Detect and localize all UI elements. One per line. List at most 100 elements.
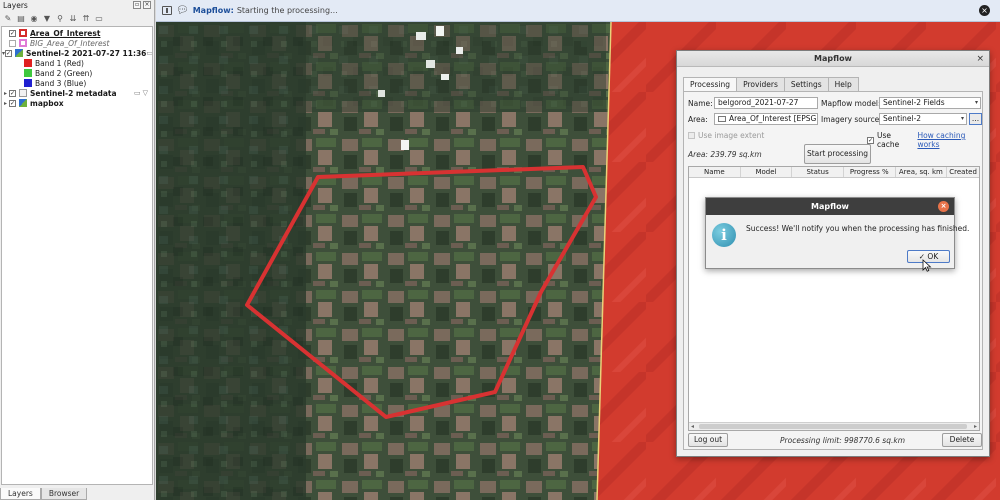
model-label: Mapflow model:	[821, 99, 881, 108]
band-name: Band 1 (Red)	[35, 58, 84, 68]
imagery-forest-north	[306, 22, 606, 112]
remove-layer-icon[interactable]: ▭	[94, 14, 104, 24]
vector-layer-icon	[19, 89, 27, 97]
mapflow-title: Mapflow	[814, 54, 852, 63]
table-header: Name Model Status Progress % Area, sq. k…	[689, 167, 979, 178]
use-image-extent-checkbox[interactable]	[688, 132, 695, 139]
layer-visibility-checkbox[interactable]	[9, 39, 16, 47]
float-panel-button[interactable]: ▫	[133, 1, 141, 9]
col-name[interactable]: Name	[689, 167, 741, 177]
close-message-button[interactable]: ×	[979, 5, 990, 16]
processing-limit-text: Processing limit: 998770.6 sq.km	[780, 436, 906, 445]
layer-visibility-checkbox[interactable]: ✓	[5, 49, 13, 57]
layer-row-area-of-interest[interactable]: ✓ Area_Of_Interest	[2, 28, 152, 38]
col-area[interactable]: Area, sq. km	[896, 167, 948, 177]
band-blue-swatch	[24, 79, 32, 87]
layer-visibility-checkbox[interactable]: ✓	[9, 89, 16, 97]
scroll-right-icon[interactable]: ▸	[974, 423, 977, 430]
layer-row-mapbox[interactable]: ▸ ✓ mapbox	[2, 98, 152, 108]
band-row-green: Band 2 (Green)	[2, 68, 152, 78]
use-image-extent-row: Use image extent	[688, 131, 764, 140]
layers-panel-titlebar: Layers ▫ ×	[0, 0, 154, 12]
name-input[interactable]: belgorod_2021-07-27	[714, 97, 818, 109]
message-bar: 💬︎ Mapflow: Starting the processing... ×	[156, 0, 1000, 22]
layer-row-sentinel-2[interactable]: ▾ ✓ Sentinel-2 2021-07-27 11:36 ▭	[2, 48, 152, 58]
layer-name: Area_Of_Interest	[30, 28, 101, 38]
tab-browser[interactable]: Browser	[40, 488, 88, 500]
area-size-text: Area: 239.79 sq.km	[688, 150, 762, 159]
scrollbar-thumb[interactable]	[699, 424, 967, 429]
panel-toggle-icon[interactable]	[162, 6, 172, 15]
polygon-layer-icon	[718, 116, 726, 122]
layers-panel: Layers ▫ × ✎ ▤ ◉ ▼ ⚲ ⇊ ⇈ ▭ ✓ Area_Of_Int…	[0, 0, 155, 500]
manage-map-themes-icon[interactable]: ◉	[29, 14, 39, 24]
layer-name: Sentinel-2 metadata	[30, 88, 117, 98]
style-manager-icon[interactable]: ✎	[3, 14, 13, 24]
tab-settings[interactable]: Settings	[783, 77, 829, 92]
start-processing-button[interactable]: Start processing	[804, 144, 871, 164]
filter-legend-icon[interactable]: ▼	[42, 14, 52, 24]
chevron-down-icon: ▾	[974, 99, 978, 106]
filter-expression-icon[interactable]: ⚲	[55, 14, 65, 24]
col-created[interactable]: Created	[947, 167, 979, 177]
expand-all-icon[interactable]: ⇊	[68, 14, 78, 24]
success-dialog: Mapflow × i Success! We'll notify you wh…	[705, 197, 969, 269]
message-text: Starting the processing...	[236, 6, 338, 15]
layer-row-sentinel-2-metadata[interactable]: ▸ ✓ Sentinel-2 metadata ▭ ▽	[2, 88, 152, 98]
col-status[interactable]: Status	[792, 167, 844, 177]
area-select-value: Area_Of_Interest [EPSG:	[729, 114, 818, 123]
use-cache-row: ✓ Use cache How caching works	[867, 131, 982, 149]
col-progress[interactable]: Progress %	[844, 167, 896, 177]
tab-layers[interactable]: Layers	[0, 488, 41, 500]
use-image-extent-label: Use image extent	[698, 131, 765, 140]
use-cache-label: Use cache	[877, 131, 900, 149]
how-caching-works-link[interactable]: How caching works	[917, 131, 982, 149]
message-bubble-icon: 💬︎	[176, 5, 189, 16]
use-cache-checkbox[interactable]: ✓	[867, 136, 874, 144]
model-select[interactable]: Sentinel-2 Fields ▾	[879, 97, 981, 109]
layer-row-big-area-of-interest[interactable]: BIG_Area_Of_Interest	[2, 38, 152, 48]
area-label: Area:	[688, 115, 708, 124]
add-group-icon[interactable]: ▤	[16, 14, 26, 24]
name-label: Name:	[688, 99, 713, 108]
mapflow-titlebar[interactable]: Mapflow ×	[677, 51, 989, 67]
close-dialog-button[interactable]: ×	[976, 51, 984, 67]
logout-button[interactable]: Log out	[688, 433, 728, 447]
imagery-source-select[interactable]: Sentinel-2 ▾	[879, 113, 967, 125]
col-model[interactable]: Model	[741, 167, 793, 177]
area-select[interactable]: Area_Of_Interest [EPSG:	[714, 113, 818, 125]
layer-notes-icon[interactable]: ▭	[134, 89, 141, 97]
tab-help[interactable]: Help	[827, 77, 859, 92]
filter-icon[interactable]: ▽	[143, 89, 148, 97]
band-row-blue: Band 3 (Blue)	[2, 78, 152, 88]
band-row-red: Band 1 (Red)	[2, 58, 152, 68]
layer-visibility-checkbox[interactable]: ✓	[9, 99, 16, 107]
close-popup-button[interactable]: ×	[938, 201, 949, 212]
processing-tab-body: Name: belgorod_2021-07-27 Mapflow model:…	[683, 91, 983, 450]
success-titlebar[interactable]: Mapflow ×	[706, 198, 954, 215]
layer-name: mapbox	[30, 98, 64, 108]
raster-layer-icon	[15, 49, 24, 57]
layer-visibility-checkbox[interactable]: ✓	[9, 29, 16, 37]
horizontal-scrollbar[interactable]: ◂ ▸	[689, 422, 979, 430]
delete-button[interactable]: Delete	[942, 433, 982, 447]
expand-arrow-icon[interactable]: ▸	[2, 100, 9, 107]
layer-notes-icon[interactable]: ▭	[146, 49, 152, 57]
tab-processing[interactable]: Processing	[683, 77, 738, 92]
success-title: Mapflow	[811, 202, 849, 211]
collapse-all-icon[interactable]: ⇈	[81, 14, 91, 24]
imagery-source-label: Imagery source:	[821, 115, 882, 124]
close-panel-button[interactable]: ×	[143, 1, 151, 9]
expand-arrow-icon[interactable]: ▸	[2, 90, 9, 97]
layers-panel-title: Layers	[3, 1, 28, 10]
tab-providers[interactable]: Providers	[736, 77, 785, 92]
browse-imagery-button[interactable]: ...	[969, 113, 982, 125]
mouse-cursor-icon	[922, 259, 932, 272]
model-select-value: Sentinel-2 Fields	[883, 98, 945, 107]
polygon-symbol-icon	[19, 39, 27, 47]
polygon-symbol-icon	[19, 29, 27, 37]
message-title: Mapflow:	[192, 6, 234, 15]
band-name: Band 2 (Green)	[35, 68, 93, 78]
scroll-left-icon[interactable]: ◂	[691, 423, 694, 430]
layer-name: Sentinel-2 2021-07-27 11:36	[26, 48, 147, 58]
